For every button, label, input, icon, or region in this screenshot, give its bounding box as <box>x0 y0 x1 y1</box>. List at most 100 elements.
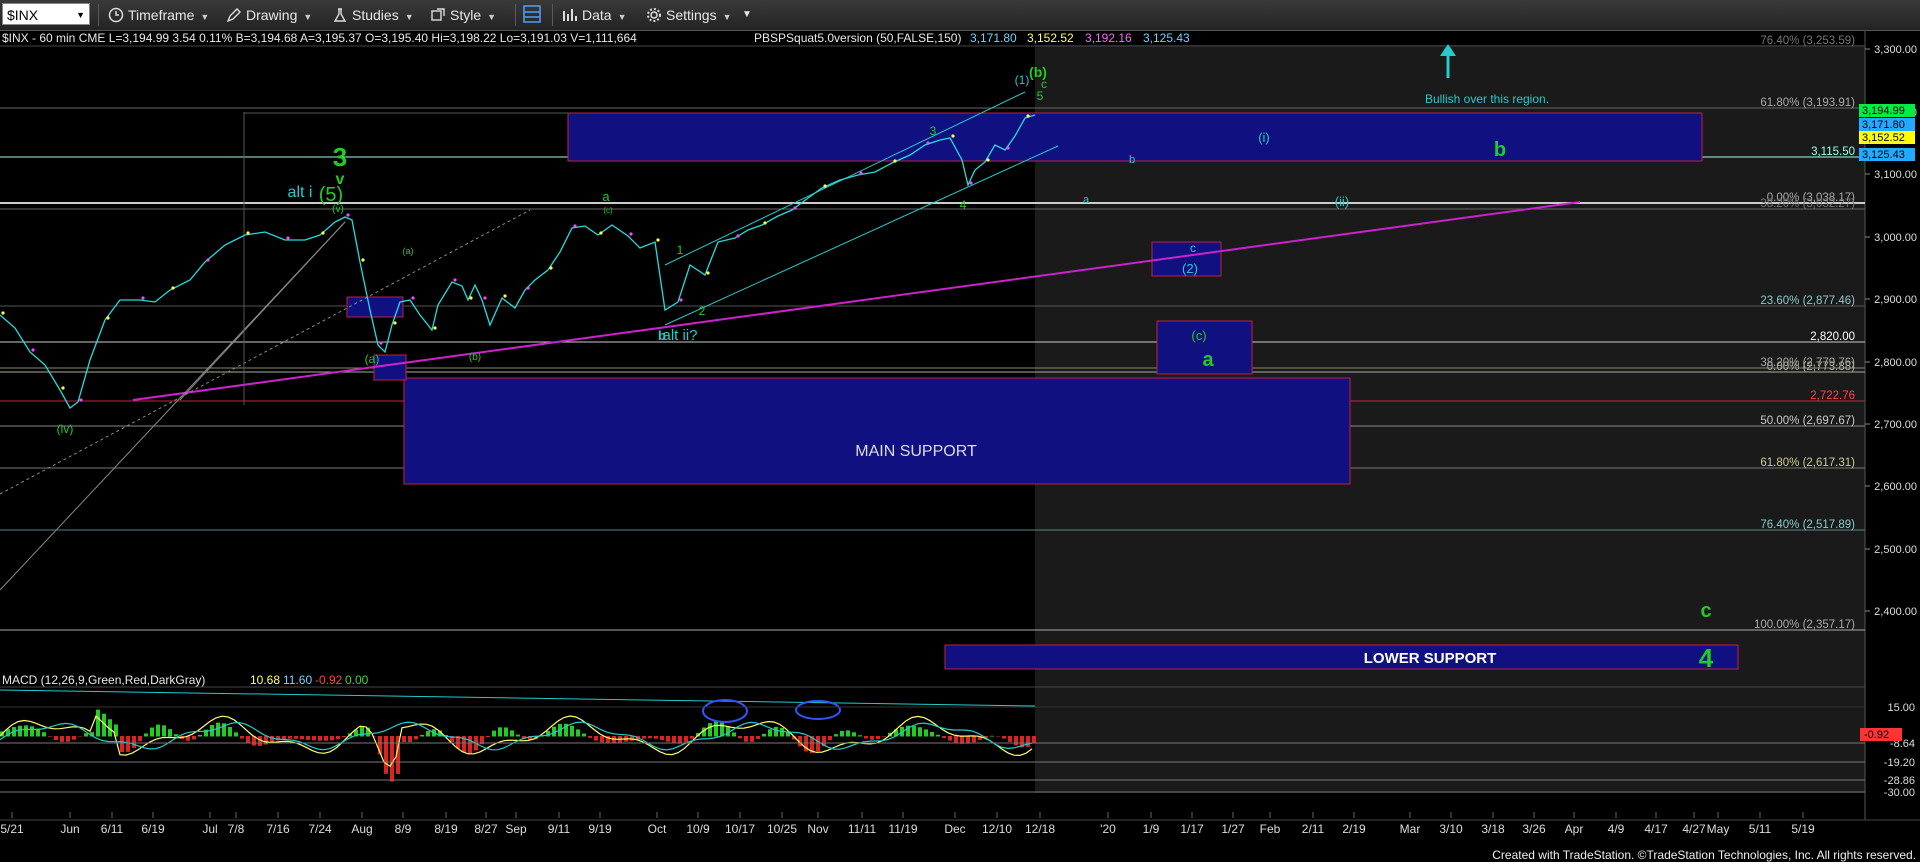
macd-histogram-bar <box>1026 736 1030 747</box>
swing-marker <box>793 206 797 210</box>
settings-menu[interactable]: Settings ▼ <box>646 4 732 26</box>
fib-label: 61.80% (2,617.31) <box>1760 457 1855 469</box>
macd-histogram-bar <box>300 736 304 740</box>
wave-label: (ii) <box>1335 194 1349 209</box>
date-tick-label: Jun <box>60 822 79 836</box>
chevron-down-icon[interactable]: ▼ <box>76 4 85 26</box>
swing-marker <box>346 213 350 217</box>
macd-histogram-bar <box>690 736 694 739</box>
macd-histogram-bar <box>1032 736 1036 744</box>
layout-button[interactable] <box>522 4 546 26</box>
lower-support-zone[interactable] <box>944 644 1739 670</box>
wave-label: 4 <box>960 198 967 212</box>
macd-title: MACD (12,26,9,Green,Red,DarkGray) <box>2 673 205 687</box>
macd-value: -0.92 <box>315 673 343 687</box>
macd-histogram-bar <box>732 732 736 737</box>
macd-histogram-bar <box>588 736 592 738</box>
date-tick-label: 7/16 <box>266 822 290 836</box>
date-tick-label: 10/25 <box>767 822 797 836</box>
style-menu[interactable]: Style ▼ <box>430 4 496 26</box>
study-value: 3,192.16 <box>1085 31 1132 45</box>
lower-support-label: LOWER SUPPORT <box>1364 650 1497 667</box>
macd-histogram-bar <box>870 736 874 740</box>
style-icon <box>431 8 445 21</box>
drawing-menu[interactable]: Drawing ▼ <box>226 4 312 26</box>
wave-label: (b) <box>469 352 481 363</box>
macd-histogram-bar <box>168 729 172 737</box>
date-tick-label: 3/18 <box>1481 822 1505 836</box>
wave-label: a <box>1083 194 1090 206</box>
macd-histogram-bar <box>948 736 952 741</box>
macd-histogram-bar <box>510 730 514 737</box>
wave-label: (2) <box>1182 261 1198 276</box>
main-support-zone[interactable] <box>403 377 1351 485</box>
date-tick-label: 10/17 <box>725 822 755 836</box>
date-tick-label: May <box>1707 822 1730 836</box>
swing-marker <box>573 224 577 228</box>
macd-histogram-bar <box>426 731 430 737</box>
macd-histogram-bar <box>66 736 70 742</box>
wave-label: 3 <box>930 124 937 138</box>
wave-label: (a) <box>365 352 380 366</box>
macd-histogram-bar <box>312 736 316 741</box>
date-tick-label: 7/24 <box>308 822 332 836</box>
chevron-down-icon: ▼ <box>404 12 414 22</box>
swing-marker <box>986 158 990 162</box>
price-tick-label: 2,600.00 <box>1874 481 1917 493</box>
date-tick-label: 9/11 <box>548 822 571 836</box>
macd-histogram-bar <box>138 736 142 742</box>
macd-histogram-bar <box>504 727 508 737</box>
status-bar: Created with TradeStation. ©TradeStation… <box>0 848 1920 862</box>
fib-label: 50.00% (2,697.67) <box>1760 415 1855 427</box>
swing-marker <box>393 321 397 325</box>
swing-marker <box>926 141 930 145</box>
settings-label: Settings <box>666 7 717 23</box>
swing-marker <box>206 258 210 262</box>
style-label: Style <box>450 7 482 23</box>
date-tick-label: 7/8 <box>228 822 245 836</box>
macd-histogram-bar <box>414 736 418 740</box>
swing-marker <box>969 181 973 185</box>
date-tick-label: Sep <box>505 822 527 836</box>
macd-histogram-bar <box>852 732 856 737</box>
data-menu[interactable]: Data ▼ <box>562 4 627 26</box>
date-tick-label: 5/19 <box>1791 822 1815 836</box>
swing-marker <box>286 236 290 240</box>
timeframe-menu[interactable]: Timeframe ▼ <box>108 4 209 26</box>
macd-histogram-bar <box>30 726 34 737</box>
price-tag-label: 3,152.52 <box>1862 132 1905 144</box>
small-zone-a[interactable] <box>346 296 404 318</box>
swing-marker <box>736 234 740 238</box>
macd-histogram-bar <box>1008 736 1012 742</box>
macd-value: 10.68 <box>250 673 280 687</box>
quote-line: $INX - 60 min CME L=3,194.99 3.54 0.11% … <box>2 31 637 45</box>
bar-chart-icon <box>563 9 577 21</box>
swing-marker <box>433 326 437 330</box>
macd-histogram-bar <box>954 736 958 743</box>
macd-histogram-bar <box>846 730 850 737</box>
swing-marker <box>141 296 145 300</box>
macd-histogram-bar <box>750 736 754 742</box>
symbol-input[interactable]: $INX ▼ <box>2 3 90 25</box>
macd-histogram-bar <box>96 709 100 737</box>
studies-menu[interactable]: Studies ▼ <box>332 4 414 26</box>
swing-marker <box>1026 114 1030 118</box>
wave-label: a <box>602 189 610 204</box>
swing-marker <box>483 296 487 300</box>
macd-histogram-bar <box>768 729 772 737</box>
macd-histogram-bar <box>48 736 52 737</box>
swing-marker <box>171 286 175 290</box>
macd-tick-label: 15.00 <box>1887 702 1915 714</box>
price-chart[interactable]: MAIN SUPPORT LOWER SUPPORT Bullish over … <box>0 0 1920 862</box>
macd-value: 0.00 <box>345 673 369 687</box>
macd-tick-label: -28.86 <box>1884 775 1915 787</box>
date-tick-label: 8/19 <box>434 822 458 836</box>
overflow-menu[interactable]: ▼ <box>742 4 752 26</box>
macd-histogram-bar <box>762 733 766 737</box>
macd-histogram-bar <box>684 736 688 743</box>
wave-label: (a) <box>403 246 414 256</box>
date-tick-label: 4/17 <box>1644 822 1668 836</box>
wave-label: (v) <box>332 204 344 215</box>
date-tick-label: 1/9 <box>1143 822 1160 836</box>
chevron-down-icon: ▼ <box>487 12 497 22</box>
